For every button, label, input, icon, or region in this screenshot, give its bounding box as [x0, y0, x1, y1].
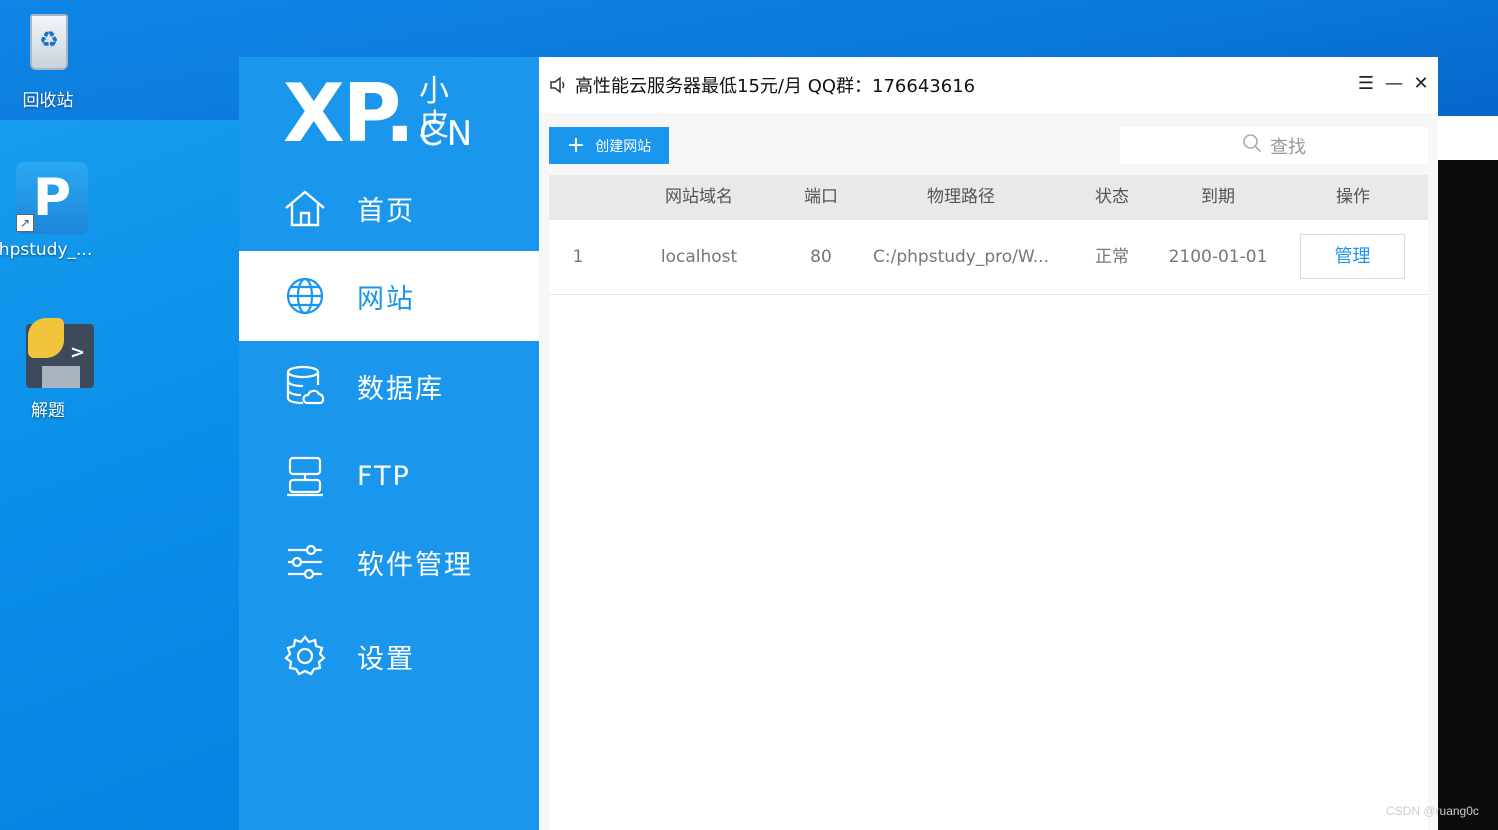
column-header-status[interactable]: 状态 [1072, 175, 1152, 220]
desktop-icon-label: 解题 [31, 401, 65, 421]
home-icon [283, 186, 327, 230]
python-app-icon: > [12, 318, 94, 390]
sidebar-item-website[interactable]: 网站 [239, 251, 539, 341]
website-table: 网站域名 端口 物理路径 状态 到期 操作 1 localhost 80 C:/… [549, 175, 1428, 830]
jieti-shortcut[interactable]: > 解题 [0, 318, 96, 421]
search-input[interactable]: 查找 [1120, 127, 1428, 164]
row-path: C:/phpstudy_pro/W... [873, 247, 1049, 267]
row-expiry: 2100-01-01 [1168, 247, 1268, 267]
background-terminal-window [1438, 160, 1498, 830]
plus-icon: + [566, 132, 586, 158]
row-index: 1 [572, 247, 584, 267]
background-window-edge [1438, 116, 1498, 160]
recycle-bin-icon: ♻ [12, 8, 84, 80]
column-header-action: 操作 [1336, 187, 1370, 207]
create-website-button[interactable]: + 创建网站 [549, 127, 669, 164]
row-status: 正常 [1095, 247, 1129, 267]
column-header-port[interactable]: 端口 [781, 175, 861, 220]
desktop-icon-label: 回收站 [22, 91, 74, 111]
manage-button[interactable]: 管理 [1300, 234, 1405, 279]
table-row[interactable]: 1 localhost 80 C:/phpstudy_pro/W... 正常 2… [549, 220, 1428, 295]
globe-icon [283, 274, 327, 318]
title-bar: 高性能云服务器最低15元/月 QQ群：176643616 [539, 57, 1438, 113]
column-header-path[interactable]: 物理路径 [871, 175, 1051, 220]
row-domain: localhost [660, 247, 738, 267]
column-header-expiry[interactable]: 到期 [1163, 175, 1273, 220]
sidebar-item-home[interactable]: 首页 [239, 163, 539, 253]
sidebar-item-database[interactable]: 数据库 [239, 341, 539, 431]
menu-button[interactable]: ☰ [1355, 73, 1377, 94]
column-header-domain[interactable]: 网站域名 [644, 175, 754, 220]
recycle-bin-shortcut[interactable]: ♻ 回收站 [0, 8, 96, 111]
sidebar-item-software[interactable]: 软件管理 [239, 517, 539, 607]
search-placeholder: 查找 [1270, 136, 1306, 158]
database-icon [283, 364, 327, 408]
app-logo: XP. 小皮 CN [283, 67, 477, 160]
close-button[interactable]: ✕ [1410, 73, 1432, 94]
sidebar-item-ftp[interactable]: FTP [239, 431, 539, 521]
minimize-button[interactable]: — [1383, 73, 1405, 94]
search-icon [1242, 133, 1262, 158]
phpstudy-icon: P ↗ [4, 162, 88, 234]
table-header: 网站域名 端口 物理路径 状态 到期 操作 [549, 175, 1428, 220]
phpstudy-shortcut[interactable]: P ↗ phpstudy_... [0, 162, 93, 260]
server-icon [283, 454, 327, 498]
sliders-icon [283, 540, 327, 584]
app-sidebar: XP. 小皮 CN 首页 网站 数据库 FTP 软件管理 设置 [239, 57, 539, 830]
speaker-icon [549, 76, 567, 94]
sidebar-item-settings[interactable]: 设置 [239, 611, 539, 701]
announcement-text: 高性能云服务器最低15元/月 QQ群：176643616 [575, 76, 976, 97]
watermark: CSDN @ruang0c [1386, 804, 1479, 818]
gear-icon [283, 634, 327, 678]
row-port: 80 [810, 247, 832, 267]
main-panel: 高性能云服务器最低15元/月 QQ群：176643616 ☰ — ✕ + 创建网… [539, 57, 1438, 830]
desktop-icon-label: phpstudy_... [0, 240, 93, 260]
shortcut-arrow-icon: ↗ [16, 214, 34, 232]
